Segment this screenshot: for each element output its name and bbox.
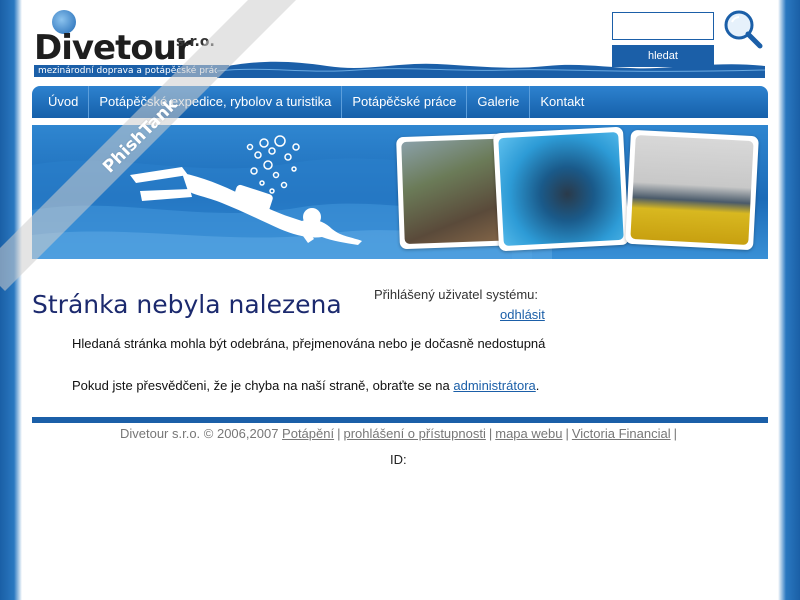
- footer-copyright: Divetour s.r.o. © 2006,2007: [119, 426, 279, 441]
- contact-admin-suffix: .: [535, 378, 540, 393]
- footer-link-victoria[interactable]: Victoria Financial: [572, 426, 671, 441]
- nav-item-expeditions[interactable]: Potápěčské expedice, rybolov a turistika: [89, 86, 343, 118]
- footer-separator: |: [565, 426, 569, 441]
- photo-diver: [493, 126, 629, 252]
- footer-id-label: ID:: [390, 452, 407, 467]
- photo-fisherman: [625, 129, 759, 251]
- footer-link-accessibility[interactable]: prohlášení o přístupnosti: [343, 426, 485, 441]
- footer-link-sitemap[interactable]: mapa webu: [495, 426, 562, 441]
- nav-item-home[interactable]: Úvod: [38, 86, 90, 118]
- nav-item-contact[interactable]: Kontakt: [530, 86, 594, 118]
- search-icon[interactable]: [722, 8, 764, 50]
- admin-link[interactable]: administrátora: [453, 378, 535, 393]
- footer-separator: |: [673, 426, 678, 441]
- error-message-text: Hledaná stránka mohla být odebrána, přej…: [72, 336, 546, 351]
- contact-admin-prefix: Pokud jste přesvědčeni, že je chyba na n…: [72, 378, 454, 393]
- nav-item-diving-work[interactable]: Potápěčské práce: [342, 86, 468, 118]
- contact-admin-text: Pokud jste přesvědčeni, že je chyba na n…: [72, 378, 539, 393]
- logout-link[interactable]: odhlásit: [500, 307, 545, 322]
- footer-divider: [32, 417, 768, 423]
- footer-separator: |: [488, 426, 493, 441]
- page: Divetour s.r.o. mezinárodní doprava a po…: [22, 0, 778, 600]
- footer: Divetour s.r.o. © 2006,2007 Potápění | pro…: [32, 426, 768, 441]
- page-title: Stránka nebyla nalezena: [32, 290, 342, 319]
- nav-item-gallery[interactable]: Galerie: [467, 86, 531, 118]
- logged-user-label: Přihlášený uživatel systému:: [374, 287, 539, 302]
- search-input[interactable]: [612, 12, 714, 40]
- search-button[interactable]: hledat: [612, 45, 714, 67]
- brand-name: Divetour: [34, 28, 193, 68]
- footer-link-diving[interactable]: Potápění: [282, 426, 334, 441]
